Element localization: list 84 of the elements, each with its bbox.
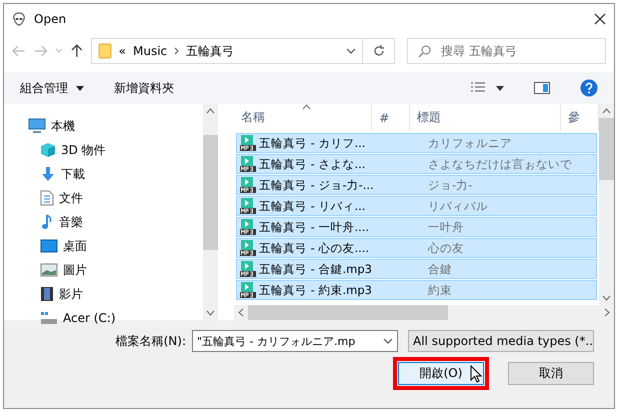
file-name: 五輪真弓 - リバィ... — [259, 198, 366, 214]
file-name: 五輪真弓 - 約束.mp3 — [259, 282, 372, 298]
file-name: 五輪真弓 - 合鍵.mp3 — [259, 262, 372, 276]
vertical-scrollbar[interactable] — [203, 104, 218, 320]
song-title: カリフォルニア — [427, 136, 512, 150]
close-icon[interactable] — [594, 13, 606, 25]
mp3-file-icon — [240, 156, 256, 172]
dropdown-caret-icon[interactable] — [496, 86, 504, 90]
file-name: 五輪真弓 - ジョ-力-... — [259, 178, 374, 192]
new-folder-button[interactable]: 新增資料夾 — [114, 80, 174, 96]
song-title: 一叶舟 — [427, 220, 464, 234]
song-title: 約束 — [427, 282, 452, 298]
caret-down-icon — [76, 86, 84, 90]
horizontal-scrollbar[interactable] — [234, 305, 614, 320]
address-bar[interactable]: « Music 五輪真弓 — [90, 38, 364, 64]
folder-icon — [98, 43, 112, 59]
breadcrumb-item[interactable]: 五輪真弓 — [186, 42, 234, 60]
music-note-icon — [40, 214, 54, 230]
alien-head-icon — [12, 12, 26, 26]
file-name: 五輪真弓 - さよな... — [259, 156, 366, 172]
file-row[interactable]: 五輪真弓 - 一叶舟.... 一叶舟 — [236, 217, 597, 237]
computer-icon — [28, 118, 46, 134]
sidebar-item[interactable]: 下載 — [4, 162, 203, 186]
sidebar-item[interactable]: 文件 — [4, 186, 203, 210]
sidebar-item[interactable]: 桌面 — [4, 234, 203, 258]
sidebar-item[interactable]: 音樂 — [4, 210, 203, 234]
song-title: ジョ-力- — [427, 178, 472, 192]
song-title: 合鍵 — [427, 262, 452, 276]
document-icon — [40, 190, 54, 206]
mp3-file-icon — [240, 282, 256, 298]
picture-icon — [40, 263, 58, 277]
song-title: さよなちだけは言ぉないで — [427, 156, 572, 172]
file-name-label: 檔案名稱(N): — [116, 332, 186, 350]
dropdown-chevron-icon[interactable] — [346, 46, 356, 56]
file-row[interactable]: 五輪真弓 - さよな... さよなちだけは言ぉないで — [236, 154, 597, 174]
column-header[interactable]: 標題 — [410, 104, 562, 131]
organize-menu-button[interactable]: 組合管理 — [20, 80, 84, 96]
window-title: Open — [34, 12, 68, 26]
sidebar-item[interactable]: 本機 — [4, 114, 203, 138]
search-field[interactable]: 搜尋 五輪真弓 — [407, 38, 606, 64]
drive-icon — [40, 311, 58, 325]
cube-icon — [40, 142, 56, 158]
breadcrumb-item[interactable]: Music — [132, 44, 168, 58]
file-row[interactable]: 五輪真弓 - ジョ-力-... ジョ-力- — [236, 175, 597, 195]
song-title: リバィバル — [427, 198, 488, 214]
file-row[interactable]: 五輪真弓 - リバィ... リバィバル — [236, 196, 597, 216]
desktop-icon — [40, 239, 58, 253]
refresh-icon — [372, 45, 385, 57]
film-icon — [40, 286, 54, 302]
song-title: 心の友 — [427, 240, 464, 256]
search-icon — [418, 44, 432, 58]
file-type-dropdown[interactable]: All supported media types (*.. — [408, 330, 594, 352]
overflow-chevron[interactable]: « — [118, 44, 126, 58]
file-list-scrollbar[interactable] — [599, 104, 614, 305]
cancel-button[interactable]: 取消 — [508, 362, 594, 385]
column-header[interactable]: # — [372, 104, 410, 131]
down-arrow-icon — [40, 166, 56, 182]
file-name: 五輪真弓 - 心の友.... — [259, 240, 370, 256]
file-row[interactable]: 五輪真弓 - 合鍵.mp3 合鍵 — [236, 259, 597, 279]
file-name: 五輪真弓 - カリフ... — [259, 136, 366, 150]
mp3-file-icon — [240, 219, 256, 235]
refresh-button[interactable] — [362, 38, 396, 64]
up-arrow-icon[interactable] — [70, 44, 83, 58]
preview-pane-icon[interactable] — [534, 82, 550, 94]
mp3-file-icon — [240, 135, 256, 151]
mp3-file-icon — [240, 261, 256, 277]
open-button[interactable]: 開啟(O) — [398, 362, 484, 385]
file-name-field[interactable]: "五輪真弓 - カリフォルニア.mp — [192, 330, 398, 352]
mp3-file-icon — [240, 240, 256, 256]
sidebar-item[interactable]: 圖片 — [4, 258, 203, 282]
mp3-file-icon — [240, 198, 256, 214]
column-header[interactable]: 名稱 — [234, 104, 372, 131]
help-icon[interactable] — [580, 79, 598, 97]
breadcrumb-separator-icon — [174, 47, 180, 55]
mp3-file-icon — [240, 177, 256, 193]
dropdown-chevron-icon[interactable] — [383, 336, 393, 346]
file-row[interactable]: 五輪真弓 - カリフ... カリフォルニア — [236, 133, 597, 153]
mouse-pointer-icon — [470, 365, 482, 383]
file-name: 五輪真弓 - 一叶舟.... — [259, 220, 370, 234]
sidebar-item[interactable]: 3D 物件 — [4, 138, 203, 162]
file-row[interactable]: 五輪真弓 - 約束.mp3 約束 — [236, 280, 597, 300]
sidebar-item[interactable]: Acer (C:) — [4, 306, 203, 330]
file-row[interactable]: 五輪真弓 - 心の友.... 心の友 — [236, 238, 597, 258]
sidebar-item[interactable]: 影片 — [4, 282, 203, 306]
